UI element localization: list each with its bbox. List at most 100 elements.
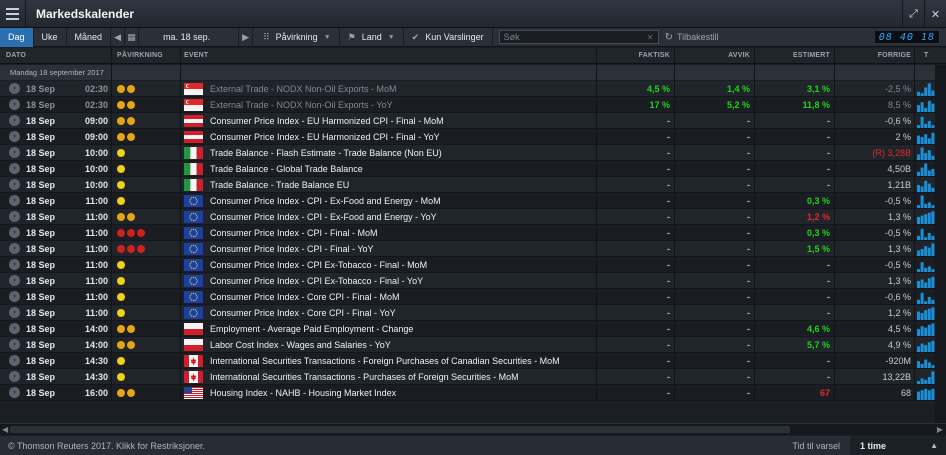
view-month-button[interactable]: Måned [67,27,112,47]
row-event[interactable]: Consumer Price Index - CPI Ex-Tobacco - … [210,257,427,273]
table-row[interactable]: › 18 Sep 11:00 Consumer Price Index - CPI E… [0,257,935,273]
table-row[interactable]: › 18 Sep 11:00 Consumer Price Index - Core … [0,289,935,305]
expand-row-icon[interactable]: › [9,147,20,158]
col-deviation[interactable]: AVVIK [670,52,750,59]
expand-row-icon[interactable]: › [9,339,20,350]
expand-row-icon[interactable]: › [9,115,20,126]
table-row[interactable]: › 18 Sep 11:00 Consumer Price Index - CPI -… [0,225,935,241]
history-chart-icon[interactable] [917,162,935,176]
row-event[interactable]: Consumer Price Index - Core CPI - Final … [210,305,396,321]
hamburger-menu-icon[interactable] [0,0,26,28]
table-row[interactable]: › 18 Sep 10:00 Trade Balance - Global Trade… [0,161,935,177]
history-chart-icon[interactable] [917,226,935,240]
expand-row-icon[interactable]: › [9,179,20,190]
row-event[interactable]: Consumer Price Index - CPI - Final - MoM [210,225,378,241]
row-event[interactable]: Labor Cost Index - Wages and Salaries - … [210,337,391,353]
history-chart-icon[interactable] [917,82,935,96]
reset-button[interactable]: ↻ Tilbakestill [665,32,719,43]
history-chart-icon[interactable] [917,146,935,160]
expand-row-icon[interactable]: › [9,275,20,286]
search-input[interactable]: Søk ✕ [498,30,659,44]
table-row[interactable]: › 18 Sep 02:30 External Trade - NODX Non-Oi… [0,97,935,113]
col-estimate[interactable]: ESTIMERT [750,52,830,59]
history-chart-icon[interactable] [917,290,935,304]
row-event[interactable]: External Trade - NODX Non-Oil Exports - … [210,81,397,97]
table-row[interactable]: › 18 Sep 11:00 Consumer Price Index - CPI -… [0,209,935,225]
expand-icon[interactable]: ⤢ [902,0,924,28]
col-actual[interactable]: FAKTISK [590,52,670,59]
history-chart-icon[interactable] [917,98,935,112]
table-row[interactable]: › 18 Sep 14:00 Labor Cost Index - Wages and… [0,337,935,353]
expand-row-icon[interactable]: › [9,371,20,382]
table-row[interactable]: › 18 Sep 11:00 Consumer Price Index - CPI E… [0,273,935,289]
table-row[interactable]: › 18 Sep 11:00 Consumer Price Index - CPI -… [0,241,935,257]
history-chart-icon[interactable] [917,386,935,400]
calendar-icon[interactable]: ▦ [125,27,140,47]
table-row[interactable]: › 18 Sep 14:30 International Securities Tra… [0,353,935,369]
row-event[interactable]: Trade Balance - Flash Estimate - Trade B… [210,145,442,161]
row-event[interactable]: Consumer Price Index - CPI - Final - YoY [210,241,374,257]
table-row[interactable]: › 18 Sep 10:00 Trade Balance - Flash Estima… [0,145,935,161]
table-row[interactable]: › 18 Sep 10:00 Trade Balance - Trade Balanc… [0,177,935,193]
row-event[interactable]: Consumer Price Index - CPI - Ex-Food and… [210,193,441,209]
row-event[interactable]: International Securities Transactions - … [210,369,519,385]
row-event[interactable]: Housing Index - NAHB - Housing Market In… [210,385,396,401]
history-chart-icon[interactable] [917,338,935,352]
row-event[interactable]: Consumer Price Index - EU Harmonized CPI… [210,129,440,145]
scroll-right-icon[interactable]: ▶ [937,425,943,434]
history-chart-icon[interactable] [917,322,935,336]
copyright-link[interactable]: © Thomson Reuters 2017. Klikk for Restri… [8,441,205,451]
expand-row-icon[interactable]: › [9,291,20,302]
history-chart-icon[interactable] [917,242,935,256]
horizontal-scrollbar[interactable]: ◀ ▶ [0,423,946,435]
table-row[interactable]: › 18 Sep 02:30 External Trade - NODX Non-Oi… [0,81,935,97]
next-date-icon[interactable]: ▶ [239,27,254,47]
table-row[interactable]: › 18 Sep 14:00 Employment - Average Paid Em… [0,321,935,337]
alerts-only-toggle[interactable]: ✔ Kun Varslinger [404,27,493,47]
col-chart[interactable]: T [924,52,928,59]
table-row[interactable]: › 18 Sep 14:30 International Securities Tra… [0,369,935,385]
row-event[interactable]: Consumer Price Index - CPI Ex-Tobacco - … [210,273,423,289]
row-event[interactable]: Consumer Price Index - EU Harmonized CPI… [210,113,444,129]
country-filter-button[interactable]: ⚑ Land ▼ [340,27,404,47]
expand-row-icon[interactable]: › [9,259,20,270]
expand-row-icon[interactable]: › [9,243,20,254]
view-week-button[interactable]: Uke [34,27,67,47]
table-row[interactable]: › 18 Sep 11:00 Consumer Price Index - Core … [0,305,935,321]
history-chart-icon[interactable] [917,354,935,368]
row-event[interactable]: Trade Balance - Trade Balance EU [210,177,349,193]
close-icon[interactable]: ✕ [924,0,946,28]
expand-row-icon[interactable]: › [9,163,20,174]
history-chart-icon[interactable] [917,194,935,208]
table-row[interactable]: › 18 Sep 09:00 Consumer Price Index - EU Ha… [0,113,935,129]
row-event[interactable]: Consumer Price Index - CPI - Ex-Food and… [210,209,437,225]
expand-row-icon[interactable]: › [9,307,20,318]
row-event[interactable]: Employment - Average Paid Employment - C… [210,321,413,337]
view-day-button[interactable]: Dag [0,27,34,47]
history-chart-icon[interactable] [917,306,935,320]
scroll-left-icon[interactable]: ◀ [2,425,8,434]
row-event[interactable]: International Securities Transactions - … [210,353,560,369]
row-event[interactable]: Consumer Price Index - Core CPI - Final … [210,289,400,305]
scrollbar-thumb[interactable] [10,426,790,433]
row-event[interactable]: Trade Balance - Global Trade Balance [210,161,363,177]
table-row[interactable]: › 18 Sep 16:00 Housing Index - NAHB - Housi… [0,385,935,401]
row-event[interactable]: External Trade - NODX Non-Oil Exports - … [210,97,393,113]
history-chart-icon[interactable] [917,114,935,128]
expand-row-icon[interactable]: › [9,211,20,222]
history-chart-icon[interactable] [917,210,935,224]
col-event[interactable]: EVENT [184,52,208,59]
expand-row-icon[interactable]: › [9,323,20,334]
col-impact[interactable]: PÅVIRKNING [117,52,163,59]
expand-row-icon[interactable]: › [9,131,20,142]
alert-time-select[interactable]: 1 time ▲ [850,436,946,455]
history-chart-icon[interactable] [917,274,935,288]
expand-row-icon[interactable]: › [9,227,20,238]
expand-row-icon[interactable]: › [9,387,20,398]
expand-row-icon[interactable]: › [9,195,20,206]
expand-row-icon[interactable]: › [9,355,20,366]
date-picker[interactable]: ma. 18 sep. [139,27,240,47]
history-chart-icon[interactable] [917,130,935,144]
impact-filter-button[interactable]: ⠿ Påvirkning ▼ [253,27,340,47]
expand-row-icon[interactable]: › [9,83,20,94]
